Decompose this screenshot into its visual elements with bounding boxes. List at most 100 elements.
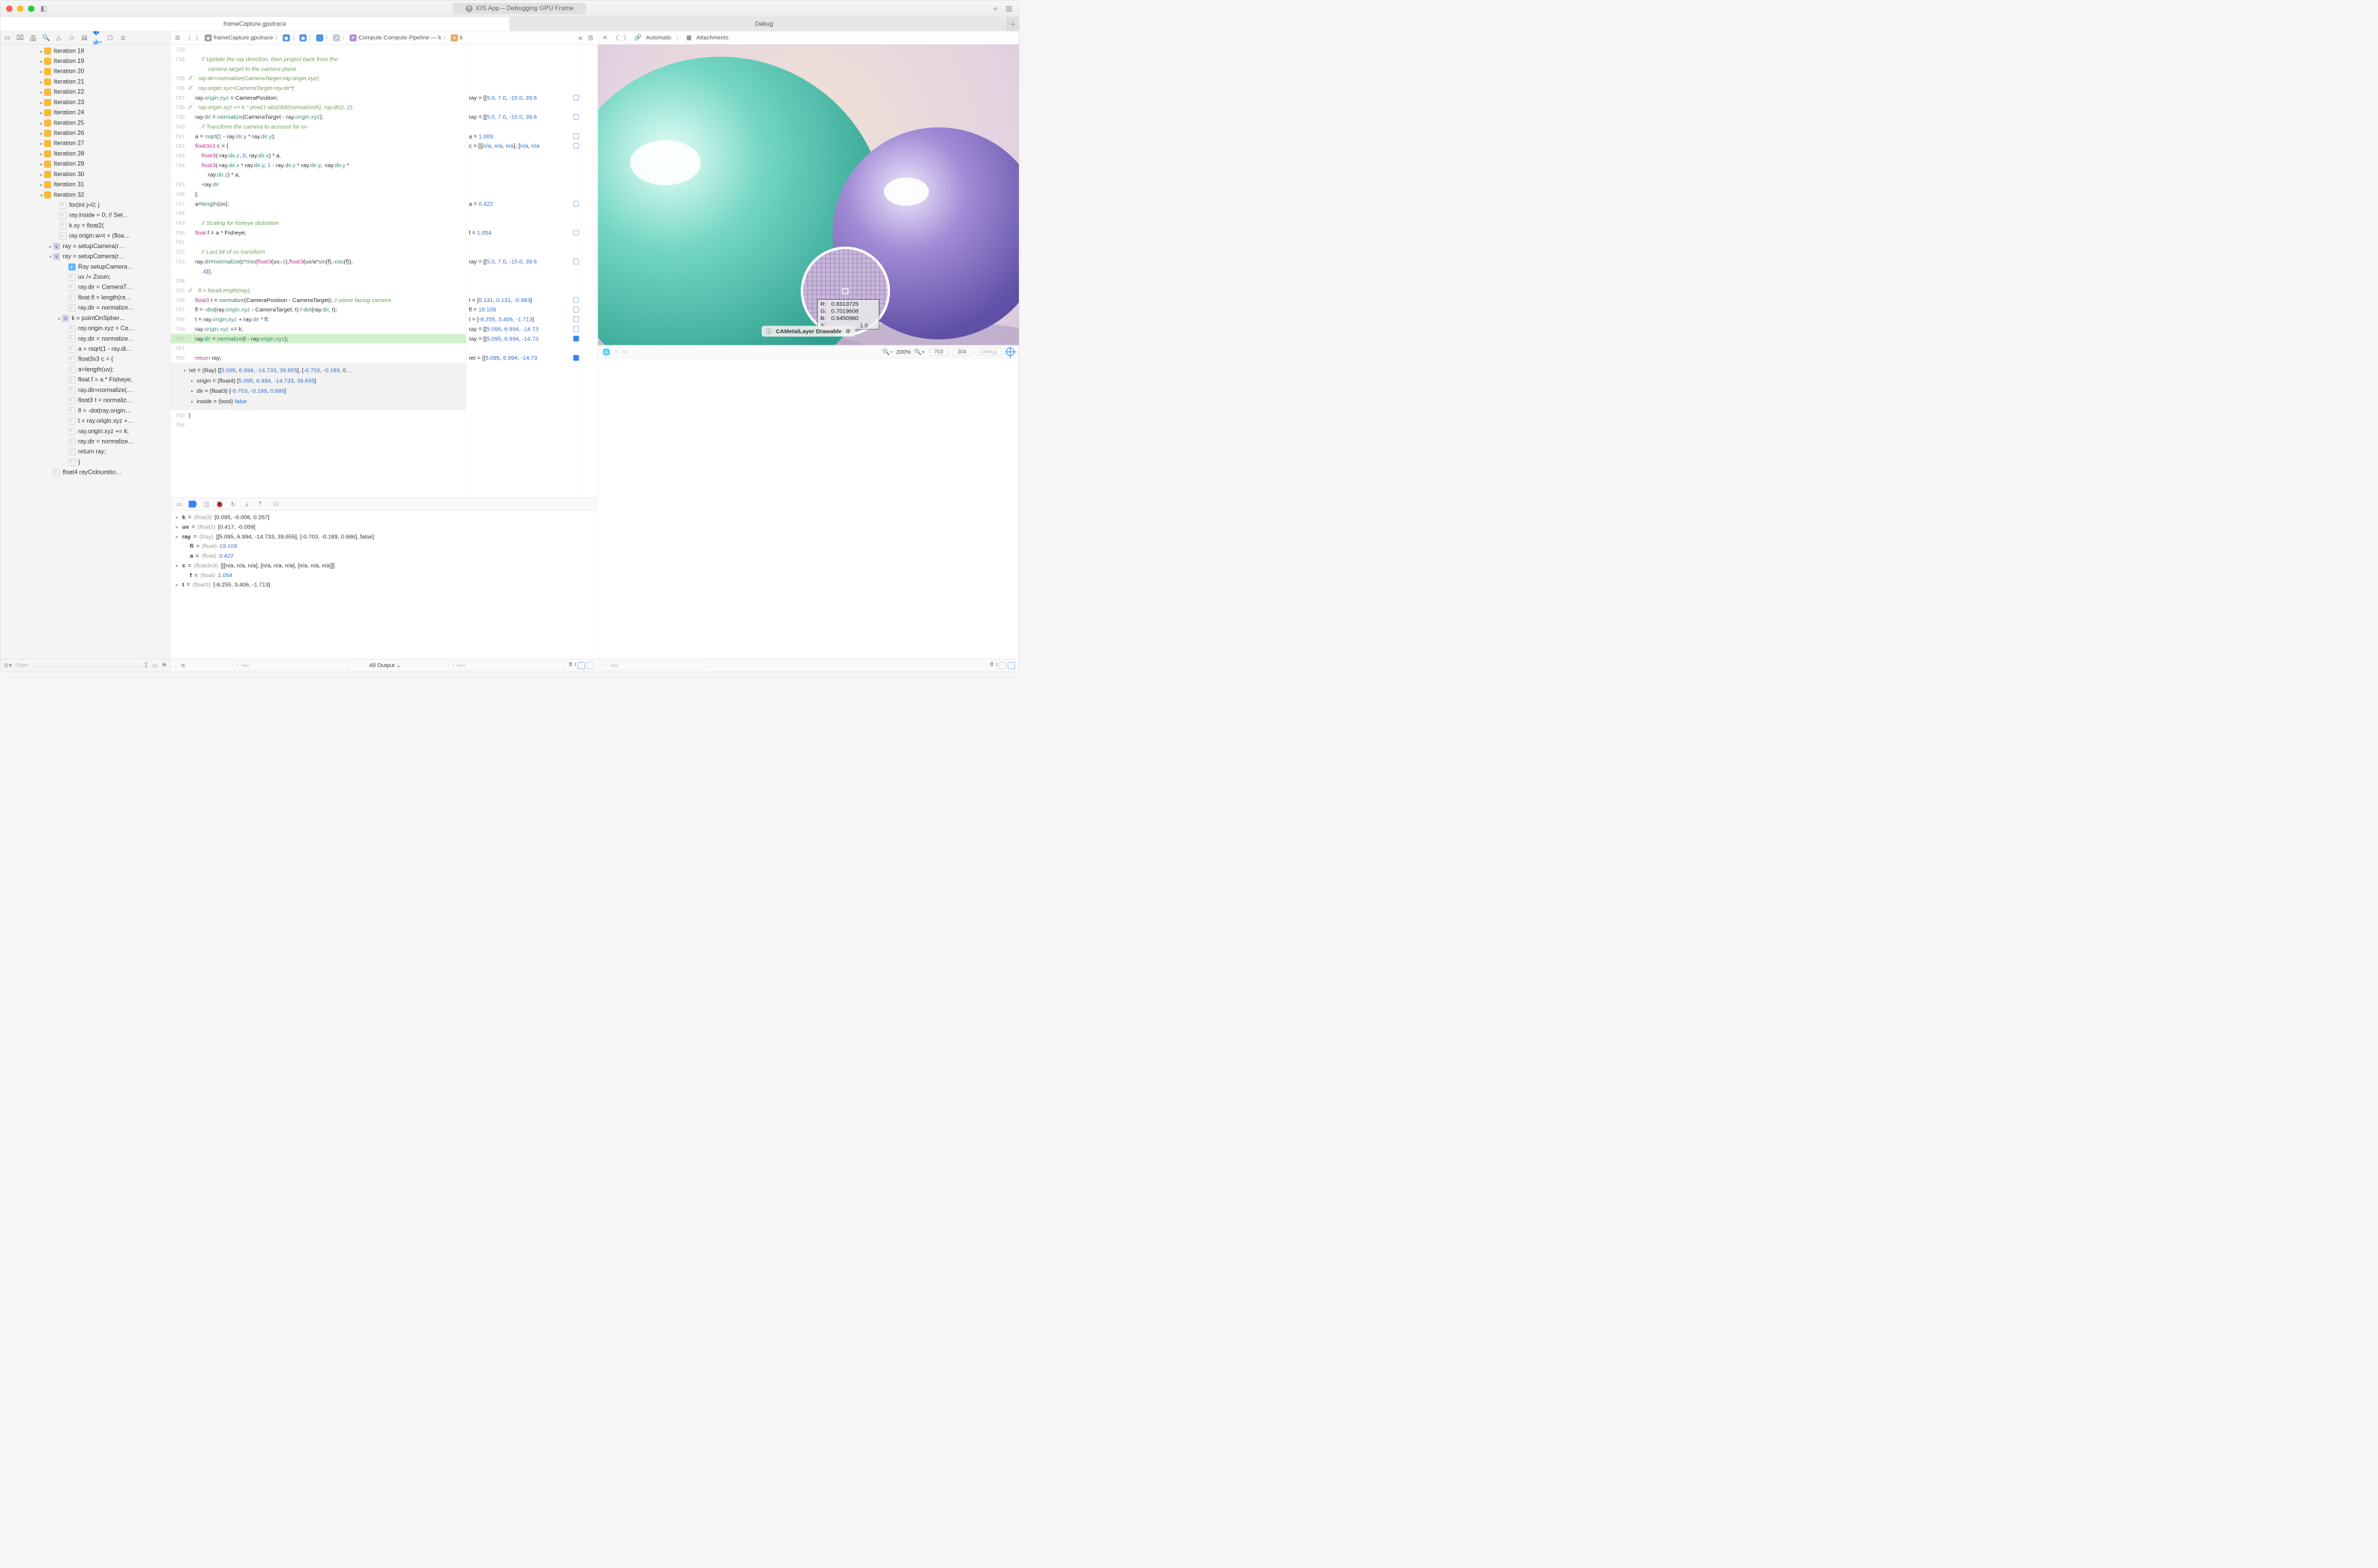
tree-row[interactable]: ▸Iteration 30	[0, 169, 170, 180]
gpu-preview[interactable]: R: 0.8313725 G: 0.7019608 B: 0.9450980 A…	[598, 45, 1019, 346]
code-line[interactable]: 734 // Update the ray direction, then pr…	[171, 54, 466, 64]
code-line[interactable]: .4));	[171, 266, 466, 276]
code-line[interactable]: 755// fl = focalLength(ray);	[171, 286, 466, 295]
code-line[interactable]: 740 // Transform the camera to account f…	[171, 121, 466, 131]
tree-row[interactable]: ray.origin.w=t + (floa…	[0, 231, 170, 241]
variable-row[interactable]: ▸ray = (Ray) [[5.095, 6.994, -14.733, 39…	[175, 531, 594, 541]
sidebar-toggle-icon[interactable]: ◧	[40, 4, 48, 13]
tree-row[interactable]: ▾Iteration 32	[0, 190, 170, 200]
tree-row[interactable]: ▸Iteration 18	[0, 46, 170, 56]
code-line[interactable]: 750 float f = a * Fisheye;	[171, 228, 466, 238]
tab-right[interactable]: Debug ＋	[510, 17, 1019, 31]
variable-row[interactable]: ▸c = (float3x3) [[[n/a, n/a, n/a], [n/a,…	[175, 561, 594, 570]
related-items-icon[interactable]: ⊞	[174, 34, 181, 41]
vars-filter-input[interactable]: ⌕ Filter	[233, 661, 349, 670]
tree-row[interactable]: ray.dir = normalize…	[0, 436, 170, 447]
auto-toggle-icon[interactable]: ◌	[175, 663, 177, 668]
value-marker-icon[interactable]	[574, 133, 580, 139]
assistant-filter-input[interactable]: ⌕ Filter	[602, 661, 705, 670]
zoom-out-icon[interactable]: 🔍−	[882, 349, 893, 355]
code-line[interactable]: 735// ray.dir=normalize(CameraTarget-ray…	[171, 73, 466, 83]
code-line[interactable]: 754	[171, 276, 466, 286]
add-tab-icon[interactable]: ＋	[991, 4, 999, 13]
tree-row[interactable]: ray.dir = normalize…	[0, 303, 170, 313]
tree-row[interactable]: ▸Iteration 20	[0, 67, 170, 77]
new-tab-button[interactable]: ＋	[1007, 17, 1018, 31]
assistant-back-icon[interactable]: 〈	[612, 33, 619, 42]
code-line[interactable]: 747 a=length(uv);	[171, 199, 466, 208]
tree-row[interactable]: ▸Iteration 26	[0, 128, 170, 139]
tree-row[interactable]: return ray;	[0, 447, 170, 457]
code-line[interactable]: 764	[171, 420, 466, 429]
tree-row[interactable]: ▸Iteration 23	[0, 97, 170, 108]
filter-stepover-icon[interactable]: ↧	[143, 661, 148, 669]
code-line[interactable]: 758 t = ray.origin.xyz + ray.dir * fl;	[171, 315, 466, 325]
hide-debug-icon[interactable]: ▭	[175, 500, 184, 508]
tree-row[interactable]: float fl = length(ra…	[0, 292, 170, 303]
drawable-label[interactable]: ⓘ CAMetalLayer Drawable ⚙	[762, 326, 855, 337]
tree-row[interactable]: ▸Iteration 21	[0, 76, 170, 87]
code-line[interactable]: 760 ray.dir = normalize(t - ray.origin.x…	[171, 334, 466, 343]
close-assistant-icon[interactable]: ✕	[603, 34, 608, 42]
tree-row[interactable]: ray.inside = 0; // Set…	[0, 211, 170, 221]
value-marker-icon[interactable]	[574, 355, 580, 361]
filter-scope-icon[interactable]: ⊜▾	[4, 661, 12, 669]
pixel-inspect-icon[interactable]	[1006, 348, 1014, 356]
minimize-window-icon[interactable]	[17, 5, 24, 12]
code-line[interactable]: 763}	[171, 410, 466, 420]
tree-row[interactable]: ▸Vk = pointOnSpher…	[0, 313, 170, 324]
tree-row[interactable]: }	[0, 457, 170, 468]
nav-square-x-icon[interactable]: ⌧	[16, 33, 25, 42]
adjust-editor-icon[interactable]: ▥	[587, 34, 594, 41]
code-line[interactable]: 761	[171, 343, 466, 353]
step-over-icon[interactable]: ↻	[229, 500, 238, 508]
editor-options-icon[interactable]: ≣	[577, 34, 584, 41]
nav-tests-icon[interactable]: ◇	[67, 33, 76, 42]
assistant-left-pane-icon[interactable]	[999, 662, 1006, 669]
tree-row[interactable]: ray.dir = CameraT…	[0, 283, 170, 293]
tree-row[interactable]: ray.origin.xyz += k;	[0, 426, 170, 437]
tree-row[interactable]: float4 rayColouratio…	[0, 468, 170, 478]
variables-view[interactable]: ▸k = (float3) [0.095, -0.006, 0.267]▸uv …	[171, 510, 598, 659]
code-line[interactable]: 756 float3 t = normalize(CameraPosition …	[171, 295, 466, 305]
code-line[interactable]: 752 // Last bit of uv transform	[171, 247, 466, 257]
tree-row[interactable]: for(int j=0; j	[0, 200, 170, 211]
info-icon[interactable]: ⓘ	[766, 327, 772, 335]
value-marker-icon[interactable]	[574, 201, 580, 207]
code-line[interactable]: 751	[171, 238, 466, 247]
value-marker-icon[interactable]	[574, 316, 580, 322]
tree-row[interactable]: a=length(uv);	[0, 364, 170, 375]
nav-warning-icon[interactable]: △	[54, 33, 63, 42]
assistant-right-pane-icon[interactable]	[1008, 662, 1015, 669]
nav-reports-icon[interactable]: ▤	[80, 33, 89, 42]
value-marker-icon[interactable]	[574, 297, 580, 303]
tree-row[interactable]: ray.dir = normalize…	[0, 334, 170, 344]
thread-picker-icon[interactable]: ⬭	[270, 500, 283, 508]
debug-bug-icon[interactable]: 🐞	[216, 500, 224, 508]
tab-left[interactable]: frameCapture.gputrace	[0, 17, 509, 31]
tree-row[interactable]: FRay setupCamera…	[0, 262, 170, 272]
zoom-window-icon[interactable]	[28, 5, 34, 12]
breadcrumb[interactable]: ◆ frameCapture.gputrace〉 ▣〉 ▣〉 ◌〉 ↗〉 P C…	[205, 34, 463, 42]
variable-row[interactable]: ▸t = (float3) [-8.255, 3.406, -1.713]	[175, 580, 594, 590]
left-pane-toggle-icon[interactable]	[578, 662, 585, 669]
console-output-select[interactable]: All Output ⌄	[369, 662, 400, 669]
assistant-clear-icon[interactable]: 🗑	[990, 662, 995, 669]
variable-row[interactable]: f = (float) 1.054	[175, 570, 594, 580]
gear-icon[interactable]: ⚙	[846, 328, 851, 334]
navigator-tree[interactable]: ▸Iteration 18▸Iteration 19▸Iteration 20▸…	[0, 45, 170, 659]
tree-row[interactable]: ▸Iteration 27	[0, 139, 170, 149]
close-window-icon[interactable]	[6, 5, 13, 12]
forward-icon[interactable]: 〉	[194, 34, 202, 41]
pixel-y[interactable]: 304	[953, 348, 972, 356]
tree-row[interactable]: ▸Iteration 24	[0, 108, 170, 118]
code-line[interactable]: camera target to the camera plane	[171, 64, 466, 73]
value-marker-icon[interactable]	[574, 114, 580, 120]
tree-row[interactable]: a = rsqrt(1 - ray.di…	[0, 344, 170, 355]
quicklook-icon[interactable]: 👁	[181, 663, 186, 668]
step-out-icon[interactable]: ⤒	[256, 500, 265, 508]
code-editor[interactable]: 733734 // Update the ray direction, then…	[171, 45, 466, 498]
tree-row[interactable]: ▾Vray = setupCamera(r…	[0, 252, 170, 262]
stack-icon[interactable]: ▭	[623, 349, 627, 354]
navigator-filter-input[interactable]: Filter	[15, 662, 140, 669]
